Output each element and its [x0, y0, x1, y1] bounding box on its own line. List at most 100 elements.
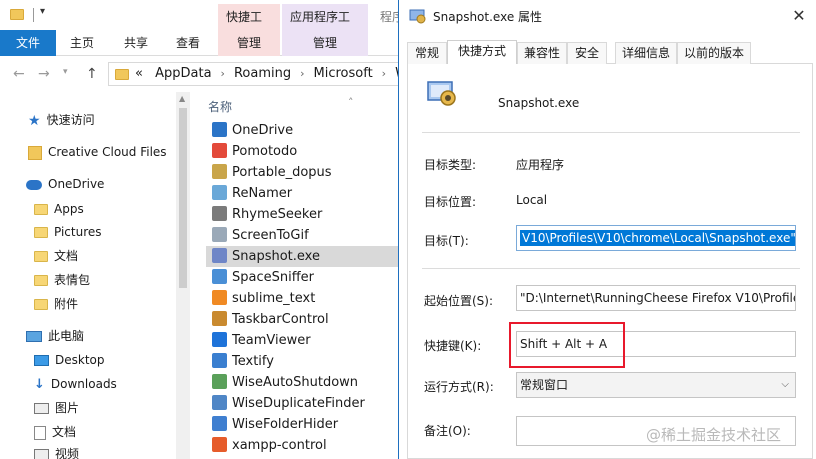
tab-manage-shortcut[interactable]: 管理: [218, 30, 280, 56]
tab-view[interactable]: 查看: [168, 30, 208, 56]
tab-manage-application[interactable]: 管理: [282, 30, 368, 56]
target-location-label: 目标位置:: [424, 195, 477, 209]
nav-item-label: 此电脑: [48, 329, 85, 343]
file-list-item[interactable]: sublime_text: [206, 288, 410, 309]
close-icon[interactable]: ✕: [787, 4, 811, 28]
scrollbar-thumb[interactable]: [179, 108, 187, 288]
app-file-icon: [212, 332, 227, 347]
tab-security[interactable]: 安全: [567, 42, 607, 64]
nav-item-quick-access[interactable]: ★ 快速访问: [28, 109, 95, 131]
nav-item-creative-cloud[interactable]: Creative Cloud Files: [28, 141, 167, 163]
app-file-icon: [212, 311, 227, 326]
recent-locations-chevron-icon[interactable]: ▾: [63, 67, 68, 77]
nav-item-videos[interactable]: 视频: [34, 443, 79, 459]
folder-icon: [10, 9, 24, 20]
forward-arrow-icon[interactable]: →: [38, 66, 50, 82]
nav-item-pictures-pc[interactable]: 图片: [34, 397, 79, 419]
app-file-icon: [212, 227, 227, 242]
folder-icon: [115, 69, 129, 80]
tab-home[interactable]: 主页: [62, 30, 102, 56]
nav-item-documents-pc[interactable]: 文档: [34, 421, 76, 443]
target-type-label: 目标类型:: [424, 158, 477, 172]
tab-share[interactable]: 共享: [116, 30, 156, 56]
comment-label: 备注(O):: [424, 424, 471, 438]
file-list-item[interactable]: Pomotodo: [206, 141, 410, 162]
star-icon: ★: [28, 112, 41, 129]
file-list-item[interactable]: Snapshot.exe: [206, 246, 410, 267]
breadcrumb-overflow[interactable]: «: [135, 66, 143, 81]
explorer-titlebar: ▾ 快捷工具 应用程序工具 程序: [0, 0, 410, 50]
tab-compatibility[interactable]: 兼容性: [517, 42, 567, 64]
tab-shortcut[interactable]: 快捷方式: [447, 40, 517, 65]
nav-item-apps[interactable]: Apps: [34, 198, 84, 220]
nav-item-documents-onedrive[interactable]: 文档: [34, 245, 78, 267]
chevron-down-icon: ⌵: [781, 379, 789, 390]
column-header-name[interactable]: 名称 ˄: [208, 96, 354, 115]
file-name: Pomotodo: [232, 144, 298, 159]
folder-icon: [34, 204, 48, 215]
file-name: OneDrive: [232, 123, 294, 138]
this-pc-icon: [26, 331, 42, 342]
nav-item-onedrive[interactable]: OneDrive: [26, 173, 104, 195]
scroll-up-icon[interactable]: ▲: [179, 94, 185, 103]
breadcrumb-separator-icon: ›: [300, 67, 305, 80]
tab-general[interactable]: 常规: [407, 42, 447, 64]
navigation-pane: ★ 快速访问 Creative Cloud Files OneDrive Apps…: [0, 92, 190, 459]
breadcrumb-roaming[interactable]: Roaming: [234, 66, 291, 81]
app-file-icon: [212, 206, 227, 221]
breadcrumb: « AppData›Roaming›Microsoft›Wi: [135, 66, 410, 81]
context-tab-shortcut-tools: 快捷工具: [218, 4, 280, 50]
address-path-box[interactable]: « AppData›Roaming›Microsoft›Wi: [108, 62, 410, 86]
target-label: 目标(T):: [424, 234, 469, 248]
start-in-field[interactable]: "D:\Internet\RunningCheese Firefox V10\P…: [516, 285, 796, 311]
breadcrumb-appdata[interactable]: AppData: [155, 66, 211, 81]
run-label: 运行方式(R):: [424, 380, 494, 394]
file-list-item[interactable]: RhymeSeeker: [206, 204, 410, 225]
file-list-item[interactable]: WiseDuplicateFinder: [206, 393, 410, 414]
file-list-item[interactable]: xampp-control: [206, 435, 410, 456]
file-list-item[interactable]: WiseFolderHider: [206, 414, 410, 435]
quick-access-dropdown-icon[interactable]: ▾: [40, 6, 54, 20]
tab-file[interactable]: 文件: [0, 30, 56, 56]
navigation-scrollbar[interactable]: ▲: [176, 92, 190, 459]
file-name: WiseDuplicateFinder: [232, 396, 365, 411]
app-file-icon: [212, 122, 227, 137]
nav-item-this-pc[interactable]: 此电脑: [26, 325, 84, 347]
app-file-icon: [212, 395, 227, 410]
up-arrow-icon[interactable]: ↑: [86, 66, 98, 82]
file-list-item[interactable]: SpaceSniffer: [206, 267, 410, 288]
nav-item-stickers[interactable]: 表情包: [34, 269, 90, 291]
tab-previous-versions[interactable]: 以前的版本: [677, 42, 751, 64]
file-list-item[interactable]: ReNamer: [206, 183, 410, 204]
file-list-item[interactable]: TaskbarControl: [206, 309, 410, 330]
watermark: @稀土掘金技术社区: [646, 426, 782, 444]
file-list-item[interactable]: WiseAutoShutdown: [206, 372, 410, 393]
file-list-item[interactable]: OneDrive: [206, 120, 410, 141]
run-mode-dropdown[interactable]: 常规窗口 ⌵: [516, 372, 796, 398]
breadcrumb-microsoft[interactable]: Microsoft: [314, 66, 373, 81]
app-file-icon: [212, 437, 227, 452]
target-field[interactable]: V10\Profiles\V10\chrome\Local\Snapshot.e…: [516, 225, 796, 251]
file-list-item[interactable]: Portable_dopus: [206, 162, 410, 183]
app-file-icon: [212, 164, 227, 179]
separator: [422, 268, 800, 269]
file-list-item[interactable]: ScreenToGif: [206, 225, 410, 246]
nav-item-desktop[interactable]: Desktop: [34, 349, 105, 371]
app-file-icon: [212, 143, 227, 158]
file-name: Portable_dopus: [232, 165, 332, 180]
tab-details[interactable]: 详细信息: [615, 42, 677, 64]
back-arrow-icon[interactable]: ←: [13, 66, 25, 82]
dialog-title: Snapshot.exe 属性: [433, 10, 543, 24]
app-file-icon: [212, 290, 227, 305]
nav-item-downloads[interactable]: ↓ Downloads: [34, 373, 117, 395]
folder-icon: [34, 275, 48, 286]
start-in-label: 起始位置(S):: [424, 294, 494, 308]
file-list-item[interactable]: Textify: [206, 351, 410, 372]
folder-icon: [34, 251, 48, 262]
nav-item-attachments[interactable]: 附件: [34, 293, 78, 315]
file-list-item[interactable]: TeamViewer: [206, 330, 410, 351]
download-arrow-icon: ↓: [34, 376, 45, 392]
address-bar: ← → ▾ ↑ « AppData›Roaming›Microsoft›Wi: [0, 60, 410, 88]
nav-item-label: 附件: [54, 297, 79, 311]
nav-item-pictures[interactable]: Pictures: [34, 221, 102, 243]
